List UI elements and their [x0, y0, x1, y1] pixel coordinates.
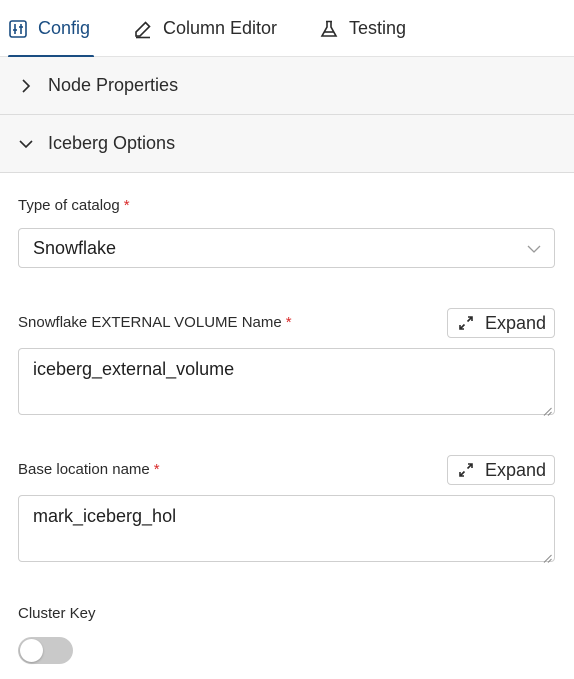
cluster-key-label: Cluster Key: [18, 605, 96, 622]
pencil-icon: [133, 19, 153, 39]
expand-button-label: Expand: [485, 459, 547, 480]
tab-config-label: Config: [38, 18, 91, 38]
tab-column-editor-label: Column Editor: [163, 18, 278, 38]
catalog-type-select[interactable]: Snowflake: [18, 228, 555, 268]
required-mark: *: [123, 197, 130, 214]
flask-icon: [319, 19, 339, 39]
cluster-key-toggle[interactable]: [18, 637, 73, 664]
tab-testing[interactable]: Testing: [319, 0, 406, 57]
resize-handle-icon[interactable]: [543, 550, 552, 563]
chevron-right-icon: [18, 78, 34, 94]
section-iceberg-options[interactable]: Iceberg Options: [0, 115, 574, 173]
external-volume-label-text: Snowflake EXTERNAL VOLUME Name: [18, 314, 282, 331]
external-volume-textarea[interactable]: iceberg_external_volume: [18, 348, 555, 416]
required-mark: *: [153, 461, 160, 478]
expand-icon: [458, 462, 474, 478]
tab-testing-label: Testing: [349, 18, 407, 38]
sliders-icon: [8, 19, 28, 39]
expand-button-external-volume[interactable]: Expand: [447, 308, 555, 338]
expand-button-base-location[interactable]: Expand: [447, 455, 555, 485]
section-iceberg-options-label: Iceberg Options: [48, 133, 176, 153]
catalog-type-label: Type of catalog *: [18, 197, 130, 214]
tab-column-editor[interactable]: Column Editor: [133, 0, 277, 57]
base-location-value: mark_iceberg_hol: [33, 506, 177, 526]
base-location-textarea[interactable]: mark_iceberg_hol: [18, 495, 555, 563]
section-node-properties[interactable]: Node Properties: [0, 57, 574, 115]
tab-config[interactable]: Config: [8, 0, 94, 58]
expand-icon: [458, 315, 474, 331]
resize-handle-icon[interactable]: [543, 403, 552, 416]
toggle-knob: [20, 639, 43, 662]
base-location-label-text: Base location name: [18, 461, 150, 478]
tab-bar: Config Column Editor Testing: [0, 0, 574, 58]
base-location-label: Base location name *: [18, 461, 160, 478]
required-mark: *: [285, 314, 292, 331]
expand-button-label: Expand: [485, 312, 547, 333]
catalog-type-label-text: Type of catalog: [18, 197, 120, 214]
section-node-properties-label: Node Properties: [48, 75, 179, 95]
external-volume-value: iceberg_external_volume: [33, 359, 235, 379]
chevron-down-icon: [18, 136, 34, 152]
catalog-type-value: Snowflake: [33, 238, 117, 258]
external-volume-label: Snowflake EXTERNAL VOLUME Name *: [18, 314, 292, 331]
chevron-down-icon: [526, 241, 542, 257]
